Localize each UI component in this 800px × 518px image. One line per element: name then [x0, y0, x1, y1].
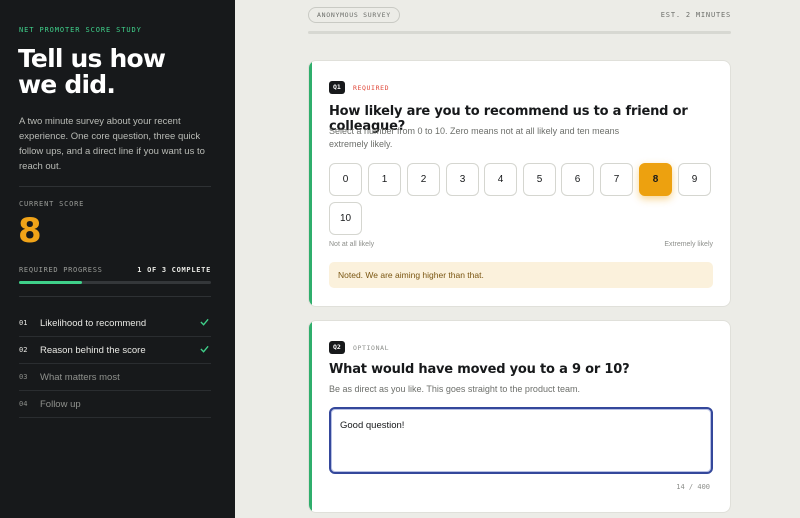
rating-option-0[interactable]: 0	[329, 163, 362, 196]
optional-badge: OPTIONAL	[353, 344, 390, 352]
question-tag: Q1	[329, 81, 345, 94]
question-card-q1: Q1 REQUIRED How likely are you to recomm…	[308, 60, 731, 307]
rating-option-10[interactable]: 10	[329, 202, 362, 235]
rating-option-1[interactable]: 1	[368, 163, 401, 196]
check-icon	[200, 318, 209, 326]
step-list: 01 Likelihood to recommend 02 Reason beh…	[19, 310, 211, 418]
step-number: 04	[19, 400, 28, 408]
current-score-label: CURRENT SCORE	[19, 200, 85, 208]
survey-header: ANONYMOUS SURVEY EST. 2 MINUTES	[308, 7, 731, 27]
scale-high-label: Extremely likely	[664, 241, 713, 248]
anonymous-badge: ANONYMOUS SURVEY	[308, 7, 400, 23]
scale-low-label: Not at all likely	[329, 241, 375, 248]
required-badge: REQUIRED	[353, 84, 390, 92]
current-score-value: 8	[18, 211, 42, 251]
step-item-likelihood[interactable]: 01 Likelihood to recommend	[19, 310, 211, 337]
headline-line-2: we did.	[18, 70, 116, 99]
card-accent	[309, 61, 312, 306]
step-label: Likelihood to recommend	[40, 318, 147, 329]
answer-textarea[interactable]: Good question!	[329, 407, 713, 474]
question-title: What would have moved you to a 9 or 10?	[329, 362, 630, 377]
card-accent	[309, 321, 312, 512]
progress-header: REQUIRED PROGRESS 1 OF 3 COMPLETE	[19, 266, 211, 274]
headline-line-1: Tell us how	[18, 44, 166, 73]
rating-option-4[interactable]: 4	[484, 163, 517, 196]
rating-option-6[interactable]: 6	[561, 163, 594, 196]
feedback-note: Noted. We are aiming higher than that.	[329, 262, 713, 288]
step-label: Follow up	[40, 399, 81, 410]
step-label: What matters most	[40, 372, 120, 383]
step-number: 03	[19, 373, 28, 381]
step-number: 02	[19, 346, 28, 354]
question-subtitle: Be as direct as you like. This goes stra…	[329, 384, 580, 394]
step-label: Reason behind the score	[40, 345, 146, 356]
step-item-what-matters[interactable]: 03 What matters most	[19, 364, 211, 391]
sidebar: NET PROMOTER SCORE STUDY Tell us how we …	[0, 0, 235, 518]
progress-label: REQUIRED PROGRESS	[19, 266, 103, 274]
check-icon	[200, 345, 209, 353]
study-eyebrow: NET PROMOTER SCORE STUDY	[19, 26, 142, 34]
progress-count: 1 OF 3 COMPLETE	[137, 266, 211, 274]
question-subtitle: Select a number from 0 to 10. Zero means…	[329, 126, 620, 149]
divider	[19, 186, 211, 187]
question-card-q2: Q2 OPTIONAL What would have moved you to…	[308, 320, 731, 513]
character-counter: 14 / 400	[676, 483, 710, 491]
intro-text: A two minute survey about your recent ex…	[19, 116, 205, 172]
rating-option-9[interactable]: 9	[678, 163, 711, 196]
progress-bar	[19, 281, 211, 284]
page-title: Tell us how we did.	[18, 46, 218, 98]
rating-option-5[interactable]: 5	[523, 163, 556, 196]
scale-labels: Not at all likely Extremely likely	[329, 241, 713, 248]
divider	[19, 296, 211, 297]
progress-bar-fill	[19, 281, 83, 284]
step-item-follow-up[interactable]: 04 Follow up	[19, 391, 211, 418]
time-estimate: EST. 2 MINUTES	[660, 11, 731, 19]
top-progress-track	[308, 31, 731, 34]
step-number: 01	[19, 319, 28, 327]
rating-option-8-selected[interactable]: 8	[639, 163, 672, 196]
rating-option-3[interactable]: 3	[446, 163, 479, 196]
rating-option-2[interactable]: 2	[407, 163, 440, 196]
step-item-reason[interactable]: 02 Reason behind the score	[19, 337, 211, 364]
rating-option-7[interactable]: 7	[600, 163, 633, 196]
question-tag: Q2	[329, 341, 345, 354]
